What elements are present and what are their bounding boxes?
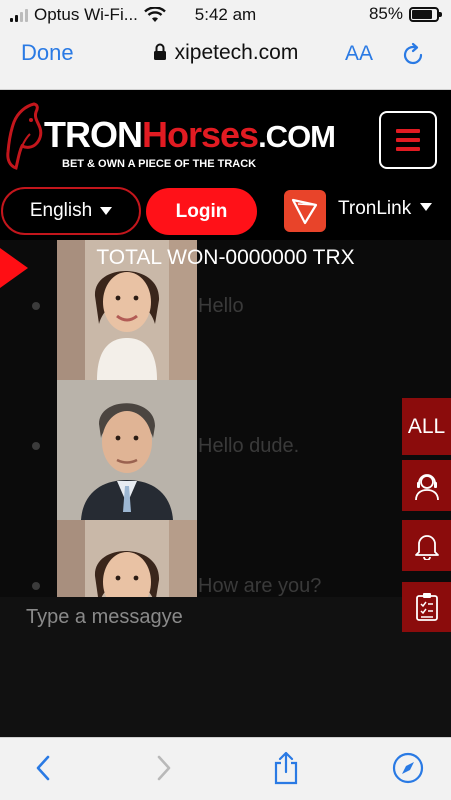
browser-toolbar [0, 737, 451, 800]
chat-message: How are you? [30, 520, 410, 597]
total-won-banner: TOTAL WON-0000000 TRX [96, 246, 355, 269]
site-logo[interactable]: TRONHorses.COM BET & OWN A PIECE OF THE … [4, 96, 336, 176]
filter-all-button[interactable]: ALL [402, 398, 451, 455]
text-size-label: AA [345, 42, 374, 65]
woman-avatar [57, 520, 197, 597]
screen: Optus Wi-Fi... 5:42 am 85% Done xipetech… [0, 0, 451, 800]
chat-panel: Hello Hello dude. How are you? TOTAL WON… [0, 240, 451, 597]
list-bullet [32, 442, 40, 450]
forward-button[interactable] [148, 752, 180, 784]
menu-bar [396, 147, 420, 151]
message-text: How are you? [198, 575, 322, 597]
account-row: English Login TronLink [0, 182, 451, 240]
logo-com: .COM [258, 119, 336, 154]
support-agent-icon [414, 473, 439, 500]
reload-icon [403, 42, 423, 65]
logo-horses: Horses [142, 114, 259, 155]
list-bullet [32, 582, 40, 590]
chevron-left-icon [36, 755, 50, 781]
bell-icon [414, 534, 439, 560]
logo-wordmark: TRONHorses.COM [44, 114, 336, 156]
language-selector[interactable]: English [1, 187, 141, 235]
man-avatar [57, 380, 197, 520]
bookmarks-button[interactable] [392, 752, 424, 784]
compass-icon [392, 752, 424, 784]
list-bullet [32, 302, 40, 310]
hamburger-menu-button[interactable] [379, 111, 437, 169]
support-button[interactable] [402, 460, 451, 511]
address-bar[interactable]: xipetech.com [0, 41, 451, 65]
horse-head-icon [6, 102, 43, 170]
chat-message: Hello dude. [30, 380, 410, 520]
share-button[interactable] [270, 751, 302, 785]
caret-down-icon[interactable] [420, 203, 432, 211]
tronlink-icon[interactable] [284, 190, 326, 232]
caret-down-icon [100, 207, 113, 215]
betslip-button[interactable] [402, 582, 451, 632]
clipboard-checklist-icon [415, 593, 438, 621]
share-icon [274, 751, 298, 785]
battery-percent: 85% [368, 4, 403, 23]
menu-bar [396, 138, 420, 142]
reload-button[interactable] [400, 42, 426, 73]
tronlink-label[interactable]: TronLink [338, 198, 411, 220]
message-composer [0, 597, 451, 737]
language-label: English [29, 200, 93, 221]
chevron-right-icon [157, 755, 171, 781]
site-header: TRONHorses.COM BET & OWN A PIECE OF THE … [0, 90, 451, 182]
logo-tagline: BET & OWN A PIECE OF THE TRACK [62, 158, 257, 170]
logo-tron: TRON [44, 114, 143, 155]
menu-bar [396, 129, 420, 133]
login-button[interactable]: Login [146, 188, 257, 235]
url-text: xipetech.com [174, 41, 299, 64]
lock-icon [153, 43, 166, 60]
browser-top-bar: Done xipetech.com AA [0, 30, 451, 90]
back-button[interactable] [27, 752, 59, 784]
message-text: Hello dude. [198, 435, 300, 457]
text-size-button[interactable]: AA [345, 42, 373, 66]
message-input[interactable] [0, 597, 400, 637]
battery-icon [409, 6, 442, 22]
message-text: Hello [198, 295, 244, 317]
notifications-button[interactable] [402, 520, 451, 571]
status-bar: Optus Wi-Fi... 5:42 am 85% [0, 0, 451, 30]
